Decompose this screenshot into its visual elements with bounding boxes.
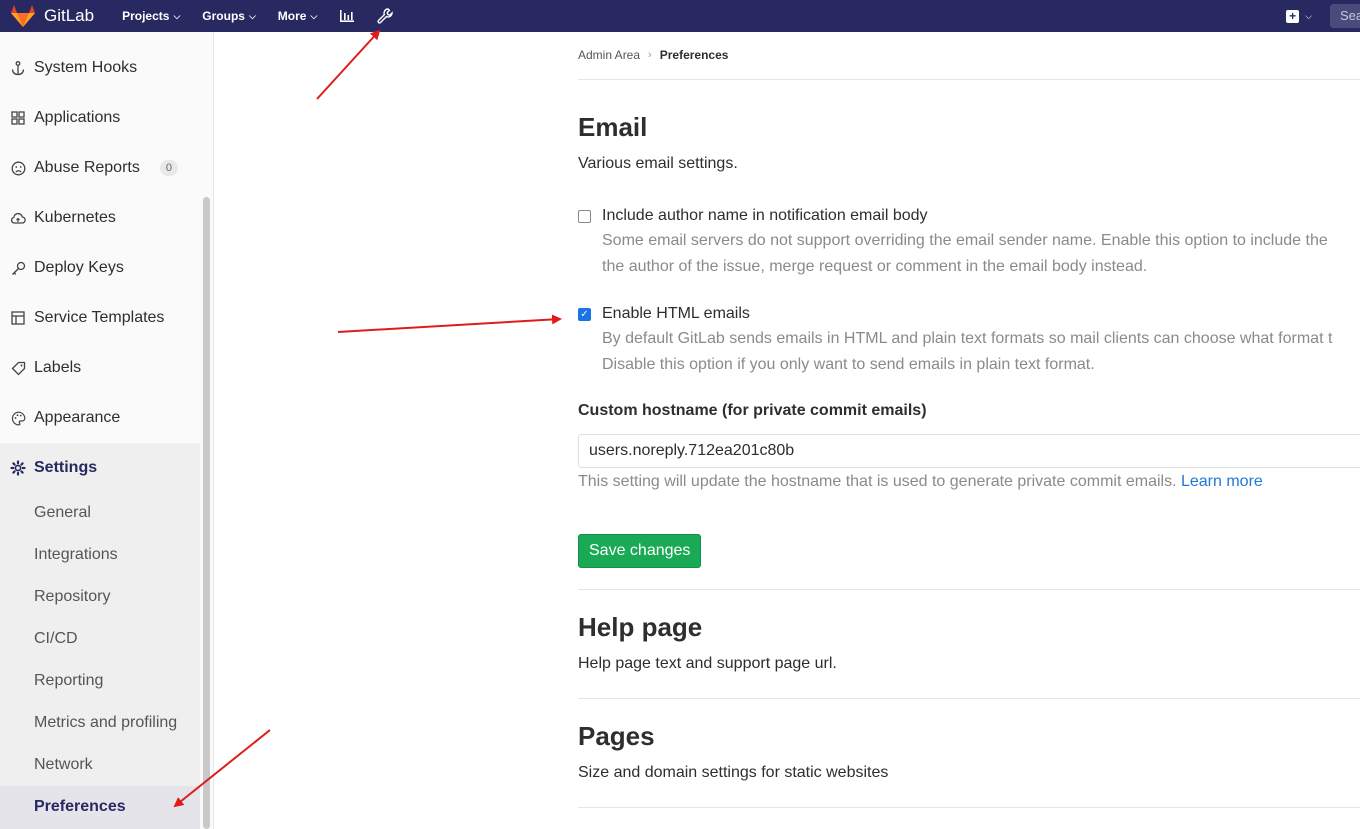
- gear-icon: [10, 460, 26, 476]
- email-section-title: Email: [578, 112, 648, 142]
- html-emails-help: By default GitLab sends emails in HTML a…: [602, 326, 1332, 378]
- plus-icon: +: [1286, 9, 1300, 23]
- template-icon: [10, 310, 26, 326]
- hostname-help: This setting will update the hostname th…: [578, 473, 1263, 491]
- chevron-down-icon: ⌵: [310, 10, 318, 21]
- html-emails-checkbox-row: ✓ Enable HTML emails: [578, 305, 750, 323]
- hostname-input[interactable]: users.noreply.712ea201c80b: [578, 434, 1360, 468]
- tag-icon: [10, 360, 26, 376]
- count-badge: 0: [159, 160, 178, 176]
- search-input[interactable]: Sea: [1330, 4, 1360, 28]
- hostname-label: Custom hostname (for private commit emai…: [578, 402, 927, 419]
- author-name-help-line2: the author of the issue, merge request o…: [602, 258, 1148, 275]
- email-section-description: Various email settings.: [578, 155, 738, 172]
- hostname-help-text: This setting will update the hostname th…: [578, 473, 1177, 490]
- pages-section-title[interactable]: Pages: [578, 721, 655, 752]
- divider: [578, 807, 1360, 808]
- gitlab-logo[interactable]: GitLab: [10, 4, 94, 28]
- html-emails-checkbox-label[interactable]: Enable HTML emails: [602, 305, 750, 323]
- palette-icon: [10, 410, 26, 426]
- admin-sidebar: System Hooks Applications Abuse Reports …: [0, 32, 214, 829]
- groups-menu[interactable]: Groups ⌵: [202, 9, 256, 23]
- author-name-checkbox[interactable]: [578, 210, 591, 223]
- new-dropdown[interactable]: + ⌵: [1286, 9, 1312, 23]
- settings-sub-cicd[interactable]: CI/CD: [34, 630, 78, 648]
- sidebar-item-kubernetes[interactable]: Kubernetes: [0, 193, 200, 243]
- sidebar-item-label: Labels: [34, 359, 82, 376]
- gitlab-fox-icon: [11, 5, 35, 27]
- breadcrumb: Admin Area › Preferences: [578, 48, 728, 62]
- sidebar-item-deploy-keys[interactable]: Deploy Keys: [0, 243, 200, 293]
- html-emails-checkbox[interactable]: ✓: [578, 308, 591, 321]
- help-page-section-title[interactable]: Help page: [578, 612, 702, 643]
- nav-menu: Projects ⌵ Groups ⌵ More ⌵: [122, 8, 415, 24]
- pages-section-description: Size and domain settings for static webs…: [578, 764, 889, 781]
- frown-icon: [10, 160, 26, 176]
- cloud-icon: [10, 210, 26, 226]
- help-page-section-description: Help page text and support page url.: [578, 655, 837, 672]
- sidebar-item-label: Abuse Reports: [34, 159, 140, 176]
- settings-sub-network[interactable]: Network: [34, 756, 93, 774]
- sidebar-item-label: Service Templates: [34, 309, 165, 326]
- chevron-right-icon: ›: [648, 49, 652, 61]
- sidebar-item-labels[interactable]: Labels: [0, 343, 200, 393]
- sidebar-item-service-templates[interactable]: Service Templates: [0, 293, 200, 343]
- author-name-help: Some email servers do not support overri…: [602, 228, 1328, 280]
- author-name-checkbox-label[interactable]: Include author name in notification emai…: [602, 207, 928, 225]
- chevron-down-icon: ⌵: [1305, 10, 1312, 21]
- settings-section-bg: [0, 443, 200, 829]
- sidebar-item-label: Deploy Keys: [34, 259, 124, 276]
- sidebar-item-label: Applications: [34, 109, 121, 126]
- divider: [578, 589, 1360, 590]
- sidebar-item-label: Kubernetes: [34, 209, 116, 226]
- grid-icon: [10, 110, 26, 126]
- settings-sub-repository[interactable]: Repository: [34, 588, 110, 606]
- author-name-help-line1: Some email servers do not support overri…: [602, 232, 1328, 249]
- sidebar-item-label: System Hooks: [34, 59, 138, 76]
- sidebar-item-settings[interactable]: Settings: [0, 443, 200, 493]
- html-emails-help-line1: By default GitLab sends emails in HTML a…: [602, 330, 1333, 347]
- sidebar-item-appearance[interactable]: Appearance: [0, 393, 200, 443]
- learn-more-link[interactable]: Learn more: [1181, 473, 1263, 490]
- nav-right: + ⌵ Sea: [1286, 0, 1360, 32]
- sidebar-item-applications[interactable]: Applications: [0, 93, 200, 143]
- arrow-to-wrench: [316, 29, 381, 100]
- save-changes-button[interactable]: Save changes: [578, 534, 702, 568]
- more-menu[interactable]: More ⌵: [278, 9, 318, 23]
- groups-label: Groups: [202, 9, 245, 23]
- settings-sub-integrations[interactable]: Integrations: [34, 546, 118, 564]
- more-label: More: [277, 9, 307, 23]
- sidebar-scrollbar[interactable]: [203, 197, 210, 829]
- activity-chart-icon[interactable]: [339, 9, 355, 23]
- settings-sub-general[interactable]: General: [34, 504, 91, 522]
- brand-name: GitLab: [44, 6, 95, 25]
- html-emails-help-line2: Disable this option if you only want to …: [602, 356, 1095, 373]
- projects-label: Projects: [122, 9, 170, 23]
- sidebar-item-abuse-reports[interactable]: Abuse Reports 0: [0, 143, 200, 193]
- author-name-checkbox-row: Include author name in notification emai…: [578, 207, 928, 225]
- breadcrumb-current[interactable]: Preferences: [660, 48, 729, 62]
- divider: [578, 79, 1360, 80]
- key-icon: [10, 260, 26, 276]
- settings-sub-preferences[interactable]: Preferences: [34, 798, 126, 816]
- anchor-icon: [10, 60, 26, 76]
- sidebar-item-label: Appearance: [34, 409, 121, 426]
- arrow-to-html-emails: [337, 314, 562, 333]
- projects-menu[interactable]: Projects ⌵: [122, 9, 180, 23]
- divider: [578, 698, 1360, 699]
- settings-sub-metrics[interactable]: Metrics and profiling: [34, 714, 177, 732]
- top-navbar: GitLab Projects ⌵ Groups ⌵ More ⌵ + ⌵ Sea: [0, 0, 1360, 32]
- sidebar-item-system-hooks[interactable]: System Hooks: [0, 43, 200, 93]
- breadcrumb-admin-area[interactable]: Admin Area: [578, 48, 640, 62]
- settings-sub-reporting[interactable]: Reporting: [34, 672, 103, 690]
- chevron-down-icon: ⌵: [248, 10, 256, 21]
- sidebar-item-label: Settings: [34, 459, 98, 476]
- chevron-down-icon: ⌵: [173, 10, 181, 21]
- admin-wrench-icon[interactable]: [377, 8, 394, 24]
